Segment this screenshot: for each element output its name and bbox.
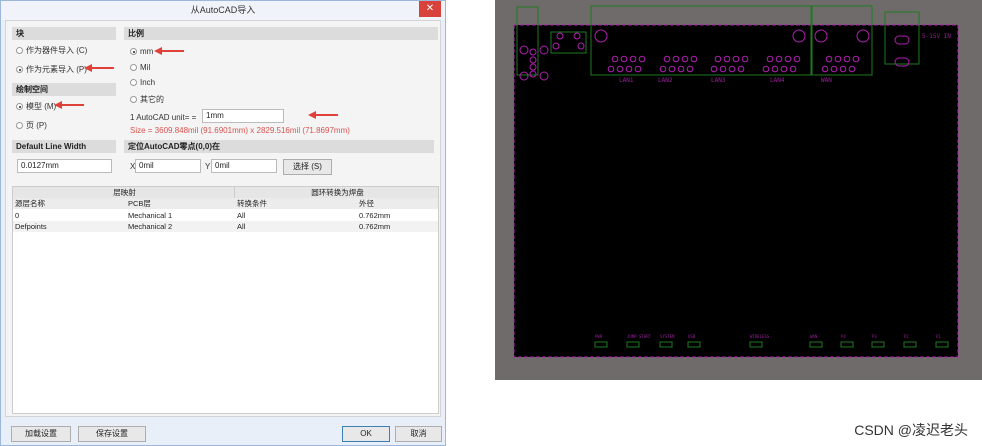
cell[interactable]: 0.762mm [357,210,390,221]
arrow-annotation [154,47,184,55]
group-header-ring-to-pad: 圆环转换为焊盘 [311,188,364,197]
dialog-title: 从AutoCAD导入 [1,1,445,20]
pcb-drawing: 5-15V IN LAN1 LAN2 LAN3 LAN4 WAN PWR JUMP… [513,5,959,358]
radio-model-space[interactable]: 模型 (M) [16,101,56,112]
led-label: JUMP START [627,334,652,339]
y-label: Y [205,162,211,171]
col-header-source-layer[interactable]: 源层名称 [13,198,45,209]
origin-header: 定位AutoCAD零点(0,0)在 [124,140,434,153]
led-label: USB [688,334,696,339]
cancel-button[interactable]: 取消 [395,426,442,442]
radio-import-as-component[interactable]: 作为器件导入 (C) [16,45,87,56]
block-header: 块 [12,27,116,40]
save-settings-button[interactable]: 保存设置 [78,426,146,442]
cell: 0 [15,211,20,220]
pcb-preview: 5-15V IN LAN1 LAN2 LAN3 LAN4 WAN PWR JUMP… [495,0,982,380]
cell[interactable]: Mechanical 2 [126,221,172,232]
radio-mm[interactable]: mm [130,47,153,56]
led-label: SYSTEM [660,334,675,339]
line-width-input[interactable]: 0.0127mm [17,159,112,173]
watermark: CSDN @凌迟老头 [854,422,968,438]
radio-other[interactable]: 其它的 [130,94,164,105]
cell[interactable]: 0.762mm [357,221,390,232]
close-button[interactable]: ✕ [419,1,441,17]
ok-button[interactable]: OK [342,426,390,442]
group-header-layer-mapping: 层映射 [13,187,235,198]
arrow-annotation [84,64,114,72]
wan-label: WAN [821,77,832,84]
power-label: 5-15V IN [922,33,951,40]
cell[interactable]: All [235,221,245,232]
space-header: 绘制空间 [12,83,116,96]
unit-input[interactable]: 1mm [202,109,284,123]
led-label: WIRELESS [750,334,770,339]
layer-mapping-table: 层映射 圆环转换为焊盘 源层名称 PCB层 转换条件 外径 0 Mechanic… [12,186,439,414]
radio-paper-space[interactable]: 页 (P) [16,120,47,131]
col-header-condition[interactable]: 转换条件 [235,198,267,209]
led-label: P4 [841,334,846,339]
lan2-label: LAN2 [658,77,673,84]
size-info: Size = 3609.848mil (91.6901mm) x 2829.51… [130,126,350,135]
table-row[interactable]: Defpoints Mechanical 2 All 0.762mm [13,221,438,232]
arrow-annotation [54,101,84,109]
led-label: WAN [810,334,818,339]
unit-label: 1 AutoCAD unit= = [130,113,197,122]
origin-y-input[interactable]: 0mil [211,159,277,173]
cell[interactable]: All [235,210,245,221]
radio-mil[interactable]: Mil [130,63,150,72]
radio-import-as-primitives[interactable]: 作为元素导入 (P) [16,64,87,75]
led-label: P3 [872,334,877,339]
cell[interactable]: Mechanical 1 [126,210,172,221]
load-settings-button[interactable]: 加载设置 [11,426,71,442]
led-label: P1 [936,334,941,339]
dialog-body: 块 作为器件导入 (C) 作为元素导入 (P) 绘制空间 模型 (M) 页 (P… [5,20,441,417]
autocad-import-dialog: 从AutoCAD导入 ✕ 块 作为器件导入 (C) 作为元素导入 (P) 绘制空… [0,0,446,446]
col-header-pcb-layer[interactable]: PCB层 [126,198,151,209]
cell: Defpoints [15,222,47,231]
led-label: PWR [595,334,603,339]
scale-header: 比例 [124,27,438,40]
col-header-outer-diameter[interactable]: 外径 [357,198,374,209]
lan3-label: LAN3 [711,77,726,84]
lan1-label: LAN1 [619,77,634,84]
select-origin-button[interactable]: 选择 (S) [283,159,332,175]
line-width-header: Default Line Width [12,140,116,153]
radio-inch[interactable]: Inch [130,78,155,87]
led-label: P2 [904,334,909,339]
table-row[interactable]: 0 Mechanical 1 All 0.762mm [13,210,438,221]
lan4-label: LAN4 [770,77,785,84]
arrow-annotation [308,111,338,119]
origin-x-input[interactable]: 0mil [135,159,201,173]
